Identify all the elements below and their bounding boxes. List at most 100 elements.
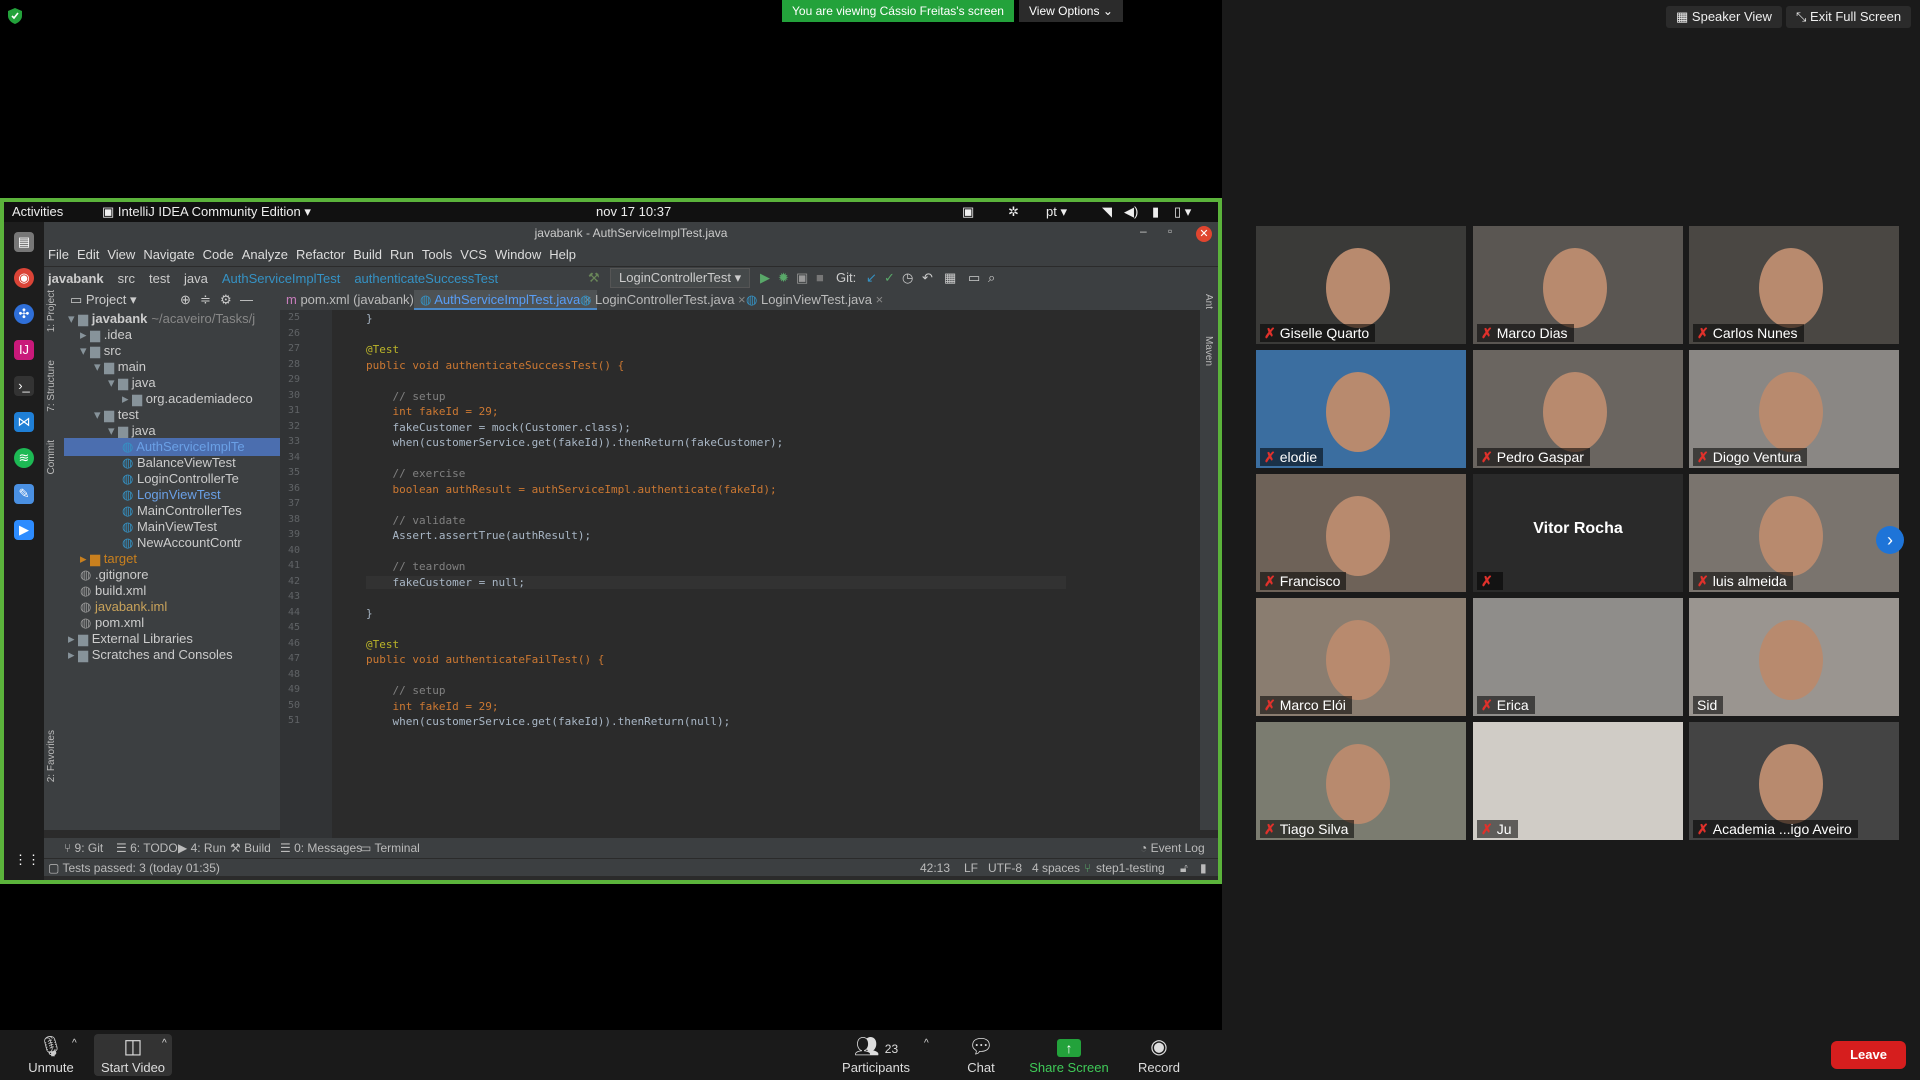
menu-window[interactable]: Window bbox=[491, 244, 545, 265]
menu-edit[interactable]: Edit bbox=[73, 244, 103, 265]
participant-tile[interactable]: ✗ Ju bbox=[1473, 722, 1683, 840]
project-tool-tab[interactable]: 1: Project bbox=[46, 290, 57, 332]
menu-view[interactable]: View bbox=[103, 244, 139, 265]
menu-code[interactable]: Code bbox=[199, 244, 238, 265]
share-screen-button[interactable]: ↑ Share Screen bbox=[1026, 1034, 1112, 1075]
code-editor[interactable]: 25} 26 27 @Test 28 public void authenticateSu… bbox=[280, 310, 1200, 838]
tool-window-button[interactable]: ▶ 4: Run bbox=[178, 841, 226, 855]
stop-icon[interactable]: ■ bbox=[816, 270, 824, 285]
participant-tile[interactable]: ✗ Pedro Gaspar bbox=[1473, 350, 1683, 468]
participants-chevron-icon[interactable]: ^ bbox=[924, 1038, 929, 1049]
menu-help[interactable]: Help bbox=[545, 244, 580, 265]
zoom-tray-icon[interactable]: ▣ bbox=[962, 204, 974, 220]
tree-item[interactable]: ▸ ▆ Scratches and Consoles bbox=[68, 646, 276, 664]
participant-tile[interactable]: Sid bbox=[1689, 598, 1899, 716]
participant-tile[interactable]: ✗ elodie bbox=[1256, 350, 1466, 468]
software-icon[interactable]: ✣ bbox=[14, 304, 34, 324]
audio-options-chevron-icon[interactable]: ^ bbox=[72, 1038, 77, 1049]
language-selector[interactable]: pt ▾ bbox=[1046, 204, 1067, 220]
run-config-select[interactable]: LoginControllerTest ▾ bbox=[610, 268, 751, 288]
caret-position[interactable]: 42:13 bbox=[920, 861, 950, 875]
clock[interactable]: nov 17 10:37 bbox=[596, 204, 671, 219]
unmute-button[interactable]: 🎙︎ Unmute bbox=[26, 1034, 76, 1075]
activities-button[interactable]: Activities bbox=[12, 204, 63, 219]
volume-icon[interactable]: ◀) bbox=[1124, 204, 1138, 220]
tool-window-button[interactable]: ☰ 0: Messages bbox=[280, 841, 362, 855]
participant-tile[interactable]: ✗ Marco Dias bbox=[1473, 226, 1683, 344]
slack-tray-icon[interactable]: ✲ bbox=[1008, 204, 1019, 220]
project-structure-icon[interactable]: ▦ bbox=[944, 270, 956, 286]
project-header[interactable]: ▭ Project ▾ bbox=[70, 292, 137, 308]
record-button[interactable]: ◉ Record bbox=[1134, 1034, 1184, 1075]
file-encoding[interactable]: UTF-8 bbox=[988, 861, 1022, 875]
run-icon[interactable]: ▶ bbox=[760, 270, 770, 286]
ant-tool-tab[interactable]: Ant bbox=[1203, 294, 1214, 309]
event-log-button[interactable]: ◔ Event Log bbox=[1140, 841, 1205, 855]
tool-window-button[interactable]: ▭ Terminal bbox=[360, 841, 420, 855]
breadcrumb-item[interactable]: test bbox=[149, 271, 170, 286]
breadcrumb-item[interactable]: authenticateSuccessTest bbox=[354, 271, 498, 286]
participant-tile[interactable]: ✗ Carlos Nunes bbox=[1689, 226, 1899, 344]
menu-file[interactable]: File bbox=[44, 244, 73, 265]
breadcrumb-item[interactable]: src bbox=[118, 271, 135, 286]
close-tab-icon[interactable]: × bbox=[872, 292, 884, 307]
menu-run[interactable]: Run bbox=[386, 244, 418, 265]
microphone-icon[interactable]: ▮ bbox=[1152, 204, 1159, 220]
build-hammer-icon[interactable]: ⚒ bbox=[588, 270, 600, 286]
spotify-icon[interactable]: ≋ bbox=[14, 448, 34, 468]
text-editor-icon[interactable]: ✎ bbox=[14, 484, 34, 504]
app-menu[interactable]: ▣ IntelliJ IDEA Community Edition ▾ bbox=[102, 204, 311, 220]
locate-icon[interactable]: ⊕ bbox=[180, 292, 191, 308]
participant-tile[interactable]: ✗ Tiago Silva bbox=[1256, 722, 1466, 840]
speaker-view-button[interactable]: ▦ Speaker View bbox=[1666, 6, 1782, 28]
chrome-icon[interactable]: ◉ bbox=[14, 268, 34, 288]
network-icon[interactable]: ◥ bbox=[1102, 204, 1112, 220]
breadcrumb-item[interactable]: AuthServiceImplTest bbox=[222, 271, 341, 286]
maximize-icon[interactable]: ▫ bbox=[1168, 224, 1172, 238]
maven-tool-tab[interactable]: Maven bbox=[1203, 336, 1214, 366]
coverage-icon[interactable]: ▣ bbox=[796, 270, 808, 286]
git-commit-icon[interactable]: ✓ bbox=[884, 270, 895, 286]
start-video-button[interactable]: ◫ Start Video bbox=[94, 1034, 172, 1076]
menu-navigate[interactable]: Navigate bbox=[139, 244, 198, 265]
editor-tab[interactable]: ◍ AuthServiceImplTest.java × bbox=[414, 290, 598, 310]
menu-refactor[interactable]: Refactor bbox=[292, 244, 349, 265]
battery-icon[interactable]: ▯ ▾ bbox=[1174, 204, 1191, 220]
participant-tile[interactable]: ✗ Academia ...igo Aveiro bbox=[1689, 722, 1899, 840]
participant-tile[interactable]: ✗ Erica bbox=[1473, 598, 1683, 716]
files-icon[interactable]: ▤ bbox=[14, 232, 34, 252]
git-branch[interactable]: step1-testing bbox=[1096, 861, 1165, 875]
editor-tab[interactable]: ◍ LoginViewTest.java × bbox=[740, 290, 889, 310]
vscode-icon[interactable]: ⋈ bbox=[14, 412, 34, 432]
line-separator[interactable]: LF bbox=[964, 861, 978, 875]
video-options-chevron-icon[interactable]: ^ bbox=[162, 1038, 167, 1049]
view-options-button[interactable]: View Options ⌄ bbox=[1019, 0, 1123, 22]
minimize-icon[interactable]: – bbox=[1140, 224, 1147, 238]
menu-tools[interactable]: Tools bbox=[418, 244, 456, 265]
editor-tab[interactable]: m pom.xml (javabank) × bbox=[280, 290, 431, 310]
close-icon[interactable]: ✕ bbox=[1196, 226, 1212, 242]
leave-button[interactable]: Leave bbox=[1831, 1041, 1906, 1069]
status-message[interactable]: ▢ Tests passed: 3 (today 01:35) bbox=[48, 861, 220, 875]
structure-tool-tab[interactable]: 7: Structure bbox=[46, 360, 57, 412]
participant-tile[interactable]: ✗ Francisco bbox=[1256, 474, 1466, 592]
tool-window-button[interactable]: ⚒ Build bbox=[230, 841, 271, 855]
participant-tile[interactable]: ✗ Giselle Quarto bbox=[1256, 226, 1466, 344]
chat-button[interactable]: 💬︎ Chat bbox=[960, 1034, 1002, 1075]
menu-vcs[interactable]: VCS bbox=[456, 244, 491, 265]
tool-window-button[interactable]: ☰ 6: TODO bbox=[116, 841, 178, 855]
exit-full-screen-button[interactable]: ⤡ Exit Full Screen bbox=[1786, 6, 1912, 28]
search-icon[interactable]: ⌕ bbox=[988, 270, 995, 286]
lock-icon[interactable]: 🔓︎ bbox=[1180, 861, 1188, 876]
terminal-icon[interactable]: ›_ bbox=[14, 376, 34, 396]
memory-indicator-icon[interactable]: ▮ bbox=[1200, 861, 1207, 875]
editor-tab[interactable]: ◍ LoginControllerTest.java × bbox=[574, 290, 752, 310]
participants-button[interactable]: 👥︎ 23 Participants bbox=[840, 1034, 912, 1075]
tool-window-button[interactable]: ⑂ 9: Git bbox=[64, 841, 103, 855]
rollback-icon[interactable]: ↶ bbox=[922, 270, 933, 286]
debug-icon[interactable]: ✹ bbox=[778, 270, 789, 286]
participant-tile[interactable]: Vitor Rocha ✗ bbox=[1473, 474, 1683, 592]
presentation-icon[interactable]: ▭ bbox=[968, 270, 980, 286]
favorites-tool-tab[interactable]: 2: Favorites bbox=[46, 730, 57, 782]
indent-setting[interactable]: 4 spaces bbox=[1032, 861, 1080, 875]
